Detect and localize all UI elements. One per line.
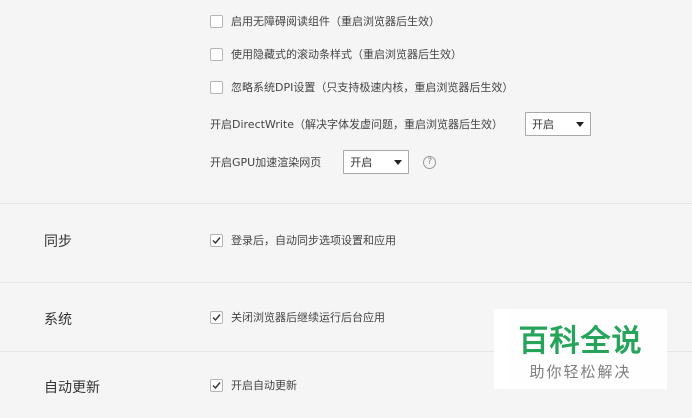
checkmark-icon xyxy=(212,236,221,244)
watermark-title: 百科全说 xyxy=(518,324,643,359)
accessibility-label: 启用无障碍阅读组件（重启浏览器后生效） xyxy=(231,15,440,28)
directwrite-select-value: 开启 xyxy=(531,118,554,131)
hidden-scrollbar-checkbox[interactable] xyxy=(210,47,223,61)
checkmark-icon xyxy=(212,381,221,389)
gpu-label: 开启GPU加速渲染网页 xyxy=(210,156,322,169)
ignore-dpi-checkbox[interactable] xyxy=(210,80,223,94)
help-icon[interactable]: ? xyxy=(423,155,437,169)
sync-section-title: 同步 xyxy=(44,234,72,250)
gpu-select-value: 开启 xyxy=(350,156,373,169)
settings-page: 启用无障碍阅读组件（重启浏览器后生效） 使用隐藏式的滚动条样式（重启浏览器后生效… xyxy=(0,0,692,418)
directwrite-select[interactable]: 开启 xyxy=(524,112,591,136)
section-divider xyxy=(0,203,692,204)
system-option[interactable]: 关闭浏览器后继续运行后台应用 xyxy=(210,309,385,325)
watermark-logo: 百科全说 助你轻松解决 xyxy=(494,309,667,389)
update-option[interactable]: 开启自动更新 xyxy=(210,377,297,393)
directwrite-label: 开启DirectWrite（解决字体发虚问题，重启浏览器后生效） xyxy=(210,118,503,131)
ignore-dpi-label: 忽略系统DPI设置（只支持极速内核，重启浏览器后生效） xyxy=(231,81,514,94)
update-checkbox[interactable] xyxy=(210,378,223,392)
gpu-setting: 开启GPU加速渲染网页 开启 ? xyxy=(210,150,437,174)
system-checkbox[interactable] xyxy=(210,310,223,324)
chevron-down-icon xyxy=(575,121,584,127)
sync-option[interactable]: 登录后，自动同步选项设置和应用 xyxy=(210,232,396,248)
chevron-down-icon xyxy=(394,159,403,165)
hidden-scrollbar-option[interactable]: 使用隐藏式的滚动条样式（重启浏览器后生效） xyxy=(210,46,462,62)
gpu-select[interactable]: 开启 xyxy=(343,150,410,174)
system-section-title: 系统 xyxy=(44,312,72,328)
checkmark-icon xyxy=(212,313,221,321)
watermark-subtitle: 助你轻松解决 xyxy=(529,363,632,381)
sync-label: 登录后，自动同步选项设置和应用 xyxy=(231,234,396,247)
update-label: 开启自动更新 xyxy=(231,379,297,392)
directwrite-setting: 开启DirectWrite（解决字体发虚问题，重启浏览器后生效） 开启 xyxy=(210,112,591,136)
accessibility-checkbox[interactable] xyxy=(210,14,223,28)
hidden-scrollbar-label: 使用隐藏式的滚动条样式（重启浏览器后生效） xyxy=(231,48,462,61)
section-divider xyxy=(0,282,692,283)
sync-checkbox[interactable] xyxy=(210,233,223,247)
system-label: 关闭浏览器后继续运行后台应用 xyxy=(231,311,385,324)
update-section-title: 自动更新 xyxy=(44,380,100,396)
ignore-dpi-option[interactable]: 忽略系统DPI设置（只支持极速内核，重启浏览器后生效） xyxy=(210,79,513,95)
accessibility-option[interactable]: 启用无障碍阅读组件（重启浏览器后生效） xyxy=(210,13,440,29)
